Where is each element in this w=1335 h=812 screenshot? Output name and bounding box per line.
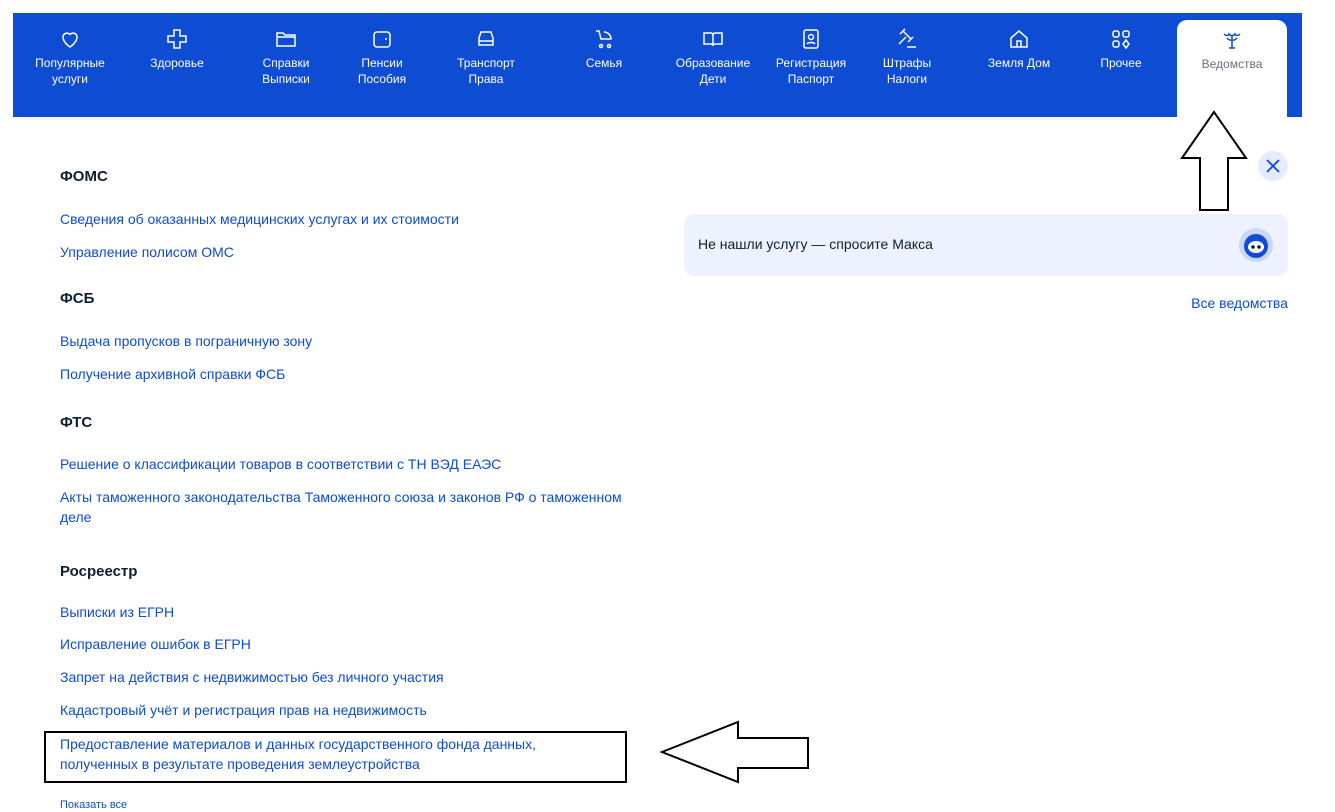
nav-registration[interactable]: Регистрация Паспорт: [765, 13, 857, 117]
wallet-icon: [373, 31, 391, 48]
service-link[interactable]: Сведения об оказанных медицинских услуга…: [60, 209, 660, 229]
nav-label: Штрафы Налоги: [882, 56, 932, 86]
nav-health[interactable]: Здоровье: [131, 13, 223, 117]
annotation-arrow-up: [1180, 110, 1248, 211]
nav-label: Ведомства: [1201, 57, 1263, 71]
car-icon: [478, 31, 494, 46]
nav-label: Земля Дом: [987, 56, 1051, 70]
section-title-foms: ФОМС: [60, 168, 108, 185]
top-navigation: Популярные услуги Здоровье Справки Выпис…: [13, 13, 1302, 117]
heart-icon: [62, 32, 78, 48]
all-agencies-link[interactable]: Все ведомства: [1191, 295, 1288, 311]
section-title-rosreestr: Росреестр: [60, 563, 138, 580]
assistant-prompt-text: Не нашли услугу — спросите Макса: [698, 236, 933, 252]
service-link[interactable]: Запрет на действия с недвижимостью без л…: [60, 667, 660, 687]
nav-label: Семья: [585, 56, 623, 70]
service-link[interactable]: Исправление ошибок в ЕГРН: [60, 634, 660, 654]
service-link[interactable]: Акты таможенного законодательства Таможе…: [60, 487, 630, 527]
nav-agencies[interactable]: Ведомства: [1177, 20, 1287, 117]
nav-label: Популярные услуги: [35, 56, 105, 86]
house-icon: [1010, 30, 1028, 48]
nav-transport[interactable]: Транспорт Права: [440, 13, 532, 117]
book-icon: [703, 32, 723, 47]
nav-family[interactable]: Семья: [558, 13, 650, 117]
stroller-icon: [596, 30, 612, 49]
nav-popular[interactable]: Популярные услуги: [24, 13, 116, 117]
nav-pensions[interactable]: Пенсии Пособия: [336, 13, 428, 117]
service-link[interactable]: Кадастровый учёт и регистрация прав на н…: [60, 700, 660, 720]
nav-label: Прочее: [1100, 56, 1142, 70]
show-all-link[interactable]: Показать все: [60, 795, 660, 812]
nav-education[interactable]: Образование Дети: [667, 13, 759, 117]
nav-label: Образование Дети: [675, 56, 751, 86]
nav-label: Регистрация Паспорт: [775, 56, 847, 86]
nav-land-house[interactable]: Земля Дом: [973, 13, 1065, 117]
section-title-fts: ФТС: [60, 414, 93, 431]
robot-avatar-icon: [1239, 228, 1273, 262]
passport-icon: [803, 29, 819, 49]
nav-label: Пенсии Пособия: [357, 56, 407, 86]
nav-label: Справки Выписки: [262, 56, 310, 86]
section-title-fsb: ФСБ: [60, 290, 95, 307]
service-link[interactable]: Управление полисом ОМС: [60, 242, 660, 262]
assistant-prompt-box[interactable]: Не нашли услугу — спросите Макса: [684, 214, 1288, 276]
service-link[interactable]: Выписки из ЕГРН: [60, 602, 660, 622]
cross-icon: [167, 29, 187, 49]
service-link[interactable]: Получение архивной справки ФСБ: [60, 364, 660, 384]
service-link[interactable]: Выдача пропусков в пограничную зону: [60, 331, 660, 351]
nav-certificates[interactable]: Справки Выписки: [240, 13, 332, 117]
folder-icon: [276, 32, 296, 47]
nav-label: Транспорт Права: [457, 56, 515, 86]
annotation-arrow-left: [659, 720, 809, 784]
nav-fines[interactable]: Штрафы Налоги: [861, 13, 953, 117]
emblem-icon: [1223, 32, 1241, 49]
grid-icon: [1112, 30, 1130, 50]
nav-label: Здоровье: [150, 56, 204, 70]
service-link[interactable]: Решение о классификации товаров в соотве…: [60, 454, 660, 474]
nav-other[interactable]: Прочее: [1075, 13, 1167, 117]
gavel-icon: [898, 28, 916, 48]
highlight-frame: [44, 731, 627, 783]
